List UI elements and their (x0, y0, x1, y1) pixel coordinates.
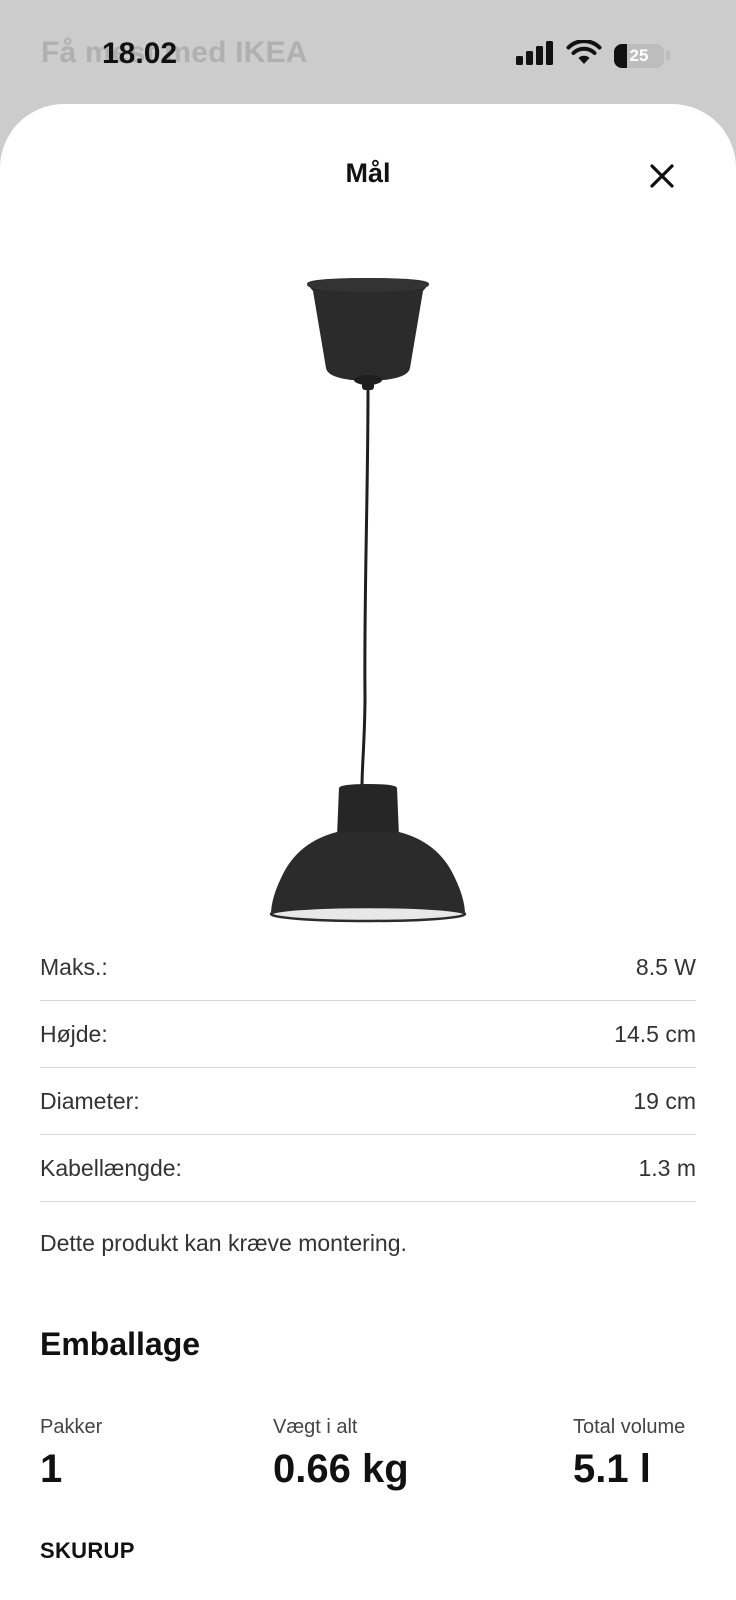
spec-row-cable-length: Kabellængde: 1.3 m (40, 1135, 696, 1202)
close-button[interactable] (640, 154, 684, 198)
spec-label: Højde: (40, 1020, 108, 1047)
volume-value: 5.1 l (573, 1447, 651, 1491)
spec-value: 8.5 W (635, 953, 696, 980)
spec-label: Kabellængde: (40, 1154, 182, 1181)
status-icons: 25 (516, 39, 670, 71)
spec-label: Diameter: (40, 1087, 140, 1114)
volume-label: Total volume (573, 1416, 686, 1438)
spec-list: Maks.: 8.5 W Højde: 14.5 cm Diameter: 19… (40, 934, 696, 1202)
weight-label: Vægt i alt (273, 1416, 358, 1438)
packages-stat: Pakker 1 (40, 1416, 102, 1492)
spec-value: 14.5 cm (614, 1020, 696, 1047)
weight-stat: Vægt i alt 0.66 kg (273, 1416, 409, 1492)
wifi-icon (566, 39, 602, 71)
packages-value: 1 (40, 1447, 63, 1491)
battery-level: 25 (629, 45, 649, 65)
status-bar: Få mest med IKEA 18.02 25 (0, 0, 736, 104)
battery-fill (614, 43, 627, 68)
sheet-title: Mål (345, 158, 391, 188)
battery-nub (666, 51, 670, 60)
package-product-name: SKURUP (40, 1538, 135, 1563)
packages-label: Pakker (40, 1416, 103, 1438)
volume-stat: Total volume 5.1 l (573, 1416, 685, 1492)
weight-value: 0.66 kg (273, 1447, 409, 1491)
dimensions-sheet: Mål Maks.: 8.5 W Højde: 14.5 cm Diameter… (0, 104, 736, 1600)
product-image (269, 278, 467, 923)
spec-value: 19 cm (633, 1087, 696, 1114)
packaging-heading: Emballage (40, 1326, 201, 1362)
signal-icon (516, 41, 554, 70)
status-time: 18.02 (102, 37, 178, 70)
spec-row-diameter: Diameter: 19 cm (40, 1068, 696, 1135)
battery-icon: 25 (614, 43, 664, 68)
assembly-note: Dette produkt kan kræve montering. (40, 1230, 407, 1256)
spec-value: 1.3 m (638, 1154, 696, 1181)
spec-row-max-wattage: Maks.: 8.5 W (40, 934, 696, 1001)
spec-row-height: Højde: 14.5 cm (40, 1001, 696, 1068)
spec-label: Maks.: (40, 953, 108, 980)
close-icon (650, 164, 674, 188)
